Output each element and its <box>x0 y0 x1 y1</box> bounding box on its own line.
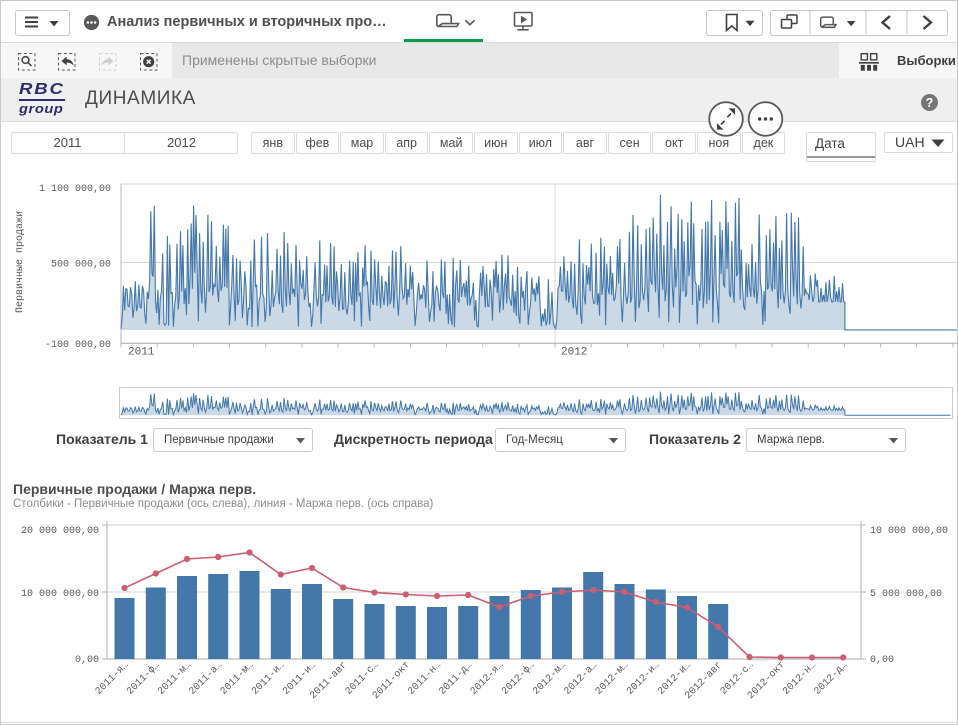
svg-text:2012-м…: 2012-м… <box>594 660 631 697</box>
svg-text:2012-и…: 2012-и… <box>625 660 662 697</box>
svg-text:2011-ф…: 2011-ф… <box>124 659 163 698</box>
svg-text:20 000 000,00: 20 000 000,00 <box>21 526 99 537</box>
svg-text:2011-м…: 2011-м… <box>156 660 193 697</box>
svg-text:2011-и…: 2011-и… <box>250 660 287 697</box>
svg-text:2012-а…: 2012-а… <box>563 660 600 697</box>
svg-text:5 000 000,00: 5 000 000,00 <box>870 589 942 600</box>
svg-text:2011-я…: 2011-я… <box>94 660 131 697</box>
svg-text:10 000 000,00: 10 000 000,00 <box>870 526 948 537</box>
svg-text:2012-я…: 2012-я… <box>469 660 506 697</box>
svg-text:0,00: 0,00 <box>870 655 894 666</box>
svg-text:10 000 000,00: 10 000 000,00 <box>21 589 99 600</box>
svg-text:2011-д…: 2011-д… <box>438 660 475 697</box>
svg-text:2011-м…: 2011-м… <box>219 660 256 697</box>
svg-text:2011-н…: 2011-н… <box>406 660 443 697</box>
svg-text:2011-а…: 2011-а… <box>188 660 225 697</box>
svg-text:2012-м…: 2012-м… <box>531 660 568 697</box>
svg-text:2012-д…: 2012-д… <box>813 660 850 697</box>
svg-text:0,00: 0,00 <box>75 655 99 666</box>
svg-text:2012-н…: 2012-н… <box>781 660 818 697</box>
svg-text:2012-ф…: 2012-ф… <box>499 659 538 698</box>
